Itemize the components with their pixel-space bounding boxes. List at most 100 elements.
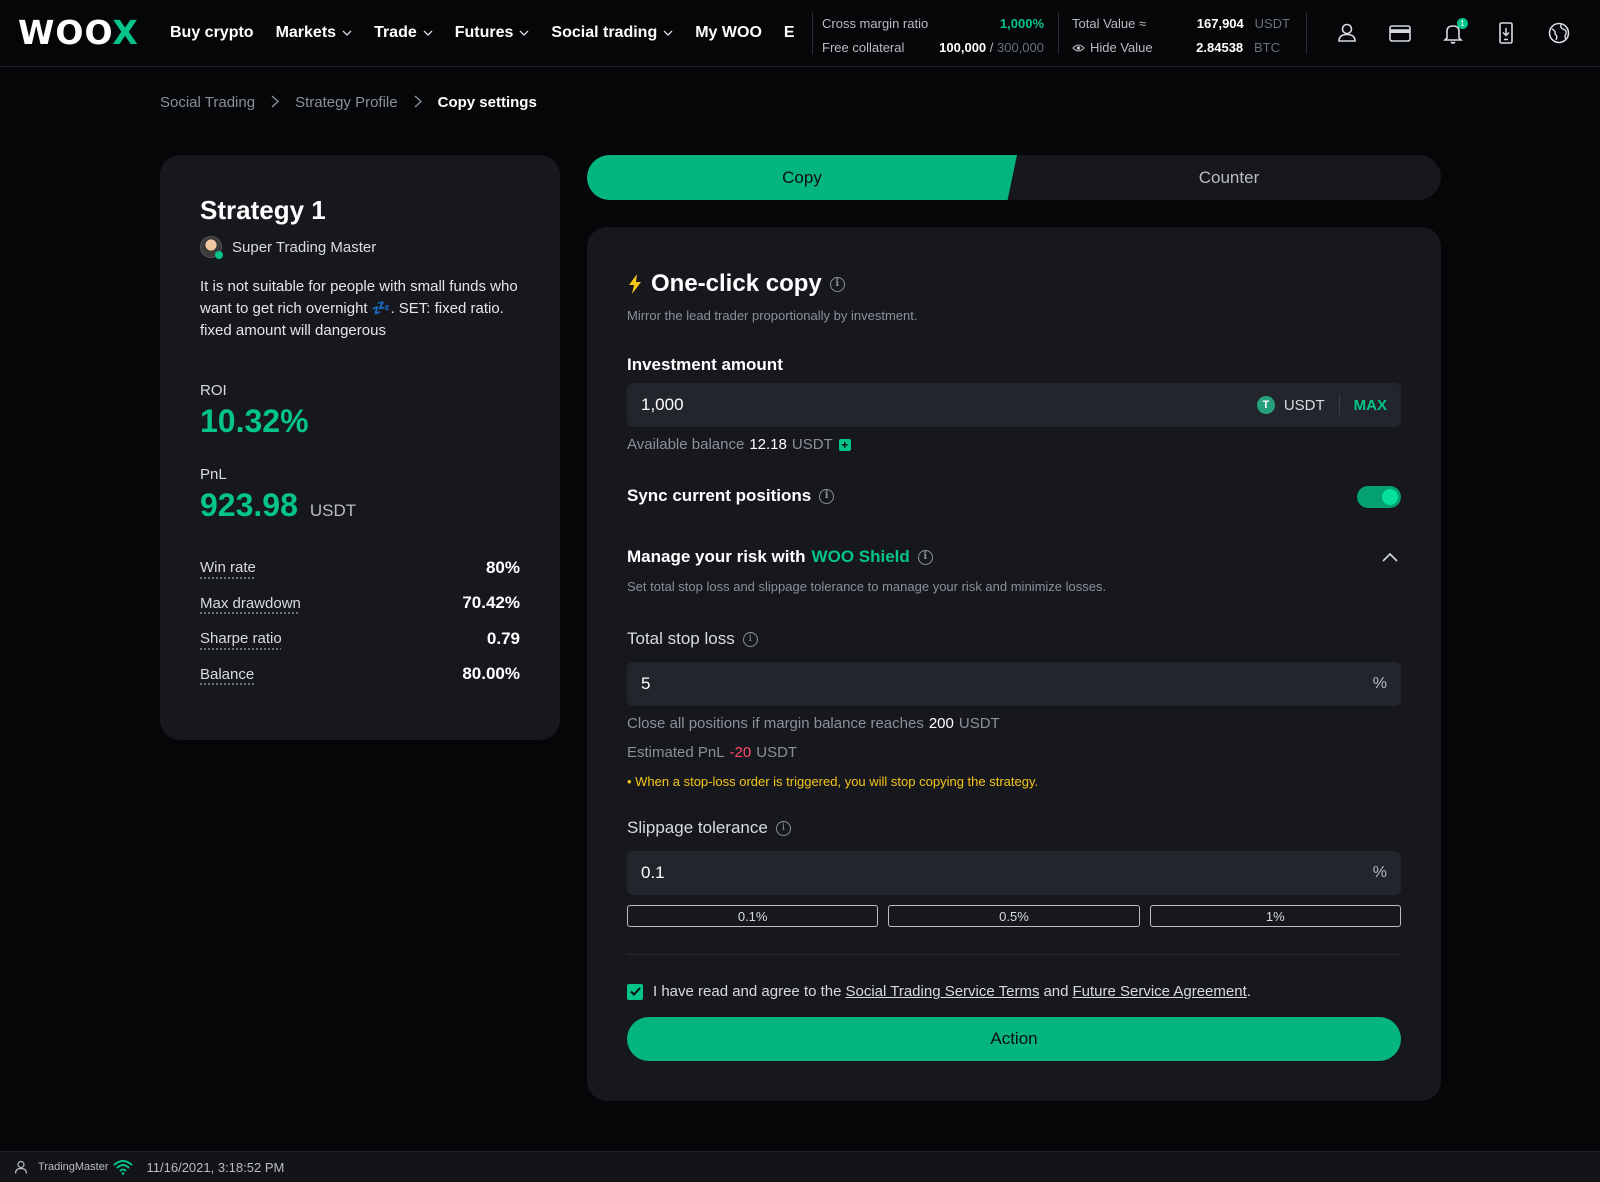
trader-info[interactable]: Super Trading Master [200,236,520,259]
available-balance-value: 12.18 [749,436,787,453]
free-collateral-value: 100,000 [939,40,987,55]
investment-amount-input[interactable] [641,395,1257,415]
sync-positions-row: Sync current positions i [627,486,1401,508]
tab-copy[interactable]: Copy [587,155,1017,200]
usdt-unit: USDT [1254,16,1290,31]
nav-item-markets[interactable]: Markets [276,24,352,42]
eye-icon [1072,44,1085,52]
investment-amount-field[interactable]: T USDT MAX [627,383,1401,427]
slippage-label: Slippage tolerance [627,818,768,837]
stat-label-balance[interactable]: Balance [200,666,254,683]
investment-amount-label: Investment amount [627,355,783,374]
slippage-preset-button[interactable]: 0.1% [627,905,879,927]
strategy-description: It is not suitable for people with small… [200,276,520,342]
stat-row: Sharpe ratio 0.79 [200,621,520,657]
nav-item-social-trading[interactable]: Social trading [551,24,673,42]
cross-margin-value: 1,000% [999,16,1044,31]
copy-mode-tabs: Copy Counter [587,155,1441,200]
hide-value-toggle[interactable]: Hide Value [1072,36,1153,60]
free-collateral-total: 300,000 [997,40,1044,55]
slippage-input[interactable] [641,863,1373,883]
stop-loss-field[interactable]: % [627,662,1401,706]
free-collateral-label: Free collateral [822,40,905,55]
risk-description: Set total stop loss and slippage toleran… [627,579,1107,594]
woox-logo[interactable]: WOOX [18,12,139,52]
stat-value-sharpe-ratio: 0.79 [486,628,520,648]
strategy-card: Strategy 1 Super Trading Master It is no… [160,155,560,740]
nav-item-label: Buy crypto [170,24,254,41]
chevron-down-icon [519,30,529,36]
available-balance-unit: USDT [791,436,833,453]
stat-row: Balance 80.00% [200,657,520,693]
stat-label-win-rate[interactable]: Win rate [200,559,256,576]
breadcrumb-social-trading[interactable]: Social Trading [160,94,255,111]
action-button[interactable]: Action [627,1017,1401,1061]
pnl-value: 923.98 [200,487,298,523]
risk-section-header[interactable]: Manage your risk with WOO Shield i [627,547,1401,567]
slippage-presets: 0.1% 0.5% 1% [627,905,1401,927]
nav-item-label: Social trading [551,24,658,41]
usdt-coin-icon: T [1256,396,1275,414]
wallet-icon[interactable] [1387,20,1413,46]
strategy-stats: Win rate 80% Max drawdown 70.42% Sharpe … [200,550,520,692]
deposit-plus-icon[interactable]: + [838,438,851,451]
info-icon[interactable]: i [775,820,791,836]
slippage-preset-button[interactable]: 1% [1149,905,1401,927]
breadcrumb-strategy-profile[interactable]: Strategy Profile [295,94,398,111]
logo-text: WOO [18,12,113,52]
nav-item-trade[interactable]: Trade [374,24,433,42]
divider [627,954,1401,955]
estimated-pnl-info: Estimated PnL -20 USDT [627,744,797,761]
available-balance-label: Available balance [627,436,745,453]
total-usdt-value: 167,904 [1196,16,1244,31]
chevron-down-icon [423,30,433,36]
sync-positions-toggle[interactable] [1357,486,1401,508]
btc-unit: BTC [1254,40,1280,55]
nav-item-my-woo[interactable]: My WOO [695,24,762,42]
tab-counter[interactable]: Counter [1017,155,1441,200]
nav-item-buy-crypto[interactable]: Buy crypto [170,24,254,42]
nav-divider [812,12,813,54]
close-positions-label: Close all positions if margin balance re… [627,715,924,732]
top-nav: WOOX Buy crypto Markets Trade Futures Social… [0,0,1600,67]
future-agreement-link[interactable]: Future Service Agreement [1072,983,1246,1000]
stat-label-sharpe-ratio[interactable]: Sharpe ratio [200,630,282,647]
copy-settings-card: One-click copy i Mirror the lead trader … [587,227,1441,1101]
download-app-icon[interactable] [1493,20,1519,46]
total-value-label: Total Value ≈ [1072,16,1147,31]
sync-positions-label: Sync current positions [627,486,812,505]
main-menu: Buy crypto Markets Trade Futures Social trad… [170,0,795,66]
trader-avatar [200,236,223,259]
bell-icon[interactable]: 1 [1440,18,1468,46]
info-icon[interactable]: i [829,276,845,292]
info-icon[interactable]: i [917,549,933,565]
slippage-preset-button[interactable]: 0.5% [888,905,1140,927]
stop-loss-input[interactable] [641,674,1373,694]
max-button[interactable]: MAX [1354,397,1387,414]
nav-item-label: Futures [454,24,514,41]
info-icon[interactable]: i [819,488,835,504]
one-click-copy-title: One-click copy i [627,270,845,298]
nav-item-label: Trade [374,24,417,41]
agree-checkbox[interactable] [627,983,643,1000]
user-icon[interactable] [1334,20,1360,46]
service-terms-link[interactable]: Social Trading Service Terms [845,983,1039,1000]
chevron-up-icon[interactable] [1381,548,1399,566]
stop-loss-warning: • When a stop-loss order is triggered, y… [627,774,1039,789]
info-icon[interactable]: i [742,631,758,647]
terms-agreement: I have read and agree to the Social Trad… [627,983,1251,1000]
logo-accent: X [112,12,139,52]
nav-item-earn[interactable]: Earn [784,24,795,42]
margin-summary: Cross margin ratio 1,000% Free collatera… [822,12,1044,60]
nav-divider [1058,12,1059,54]
stat-label-max-drawdown[interactable]: Max drawdown [200,595,301,612]
slippage-label-row: Slippage tolerance i [627,818,791,838]
globe-icon[interactable] [1546,20,1572,46]
stat-value-max-drawdown: 70.42% [462,593,520,613]
nav-item-futures[interactable]: Futures [455,24,530,42]
close-positions-unit: USDT [958,715,1000,732]
stat-row: Win rate 80% [200,550,520,586]
close-positions-info: Close all positions if margin balance re… [627,715,1000,732]
one-click-copy-subtitle: Mirror the lead trader proportionally by… [627,308,918,323]
slippage-field[interactable]: % [627,851,1401,895]
